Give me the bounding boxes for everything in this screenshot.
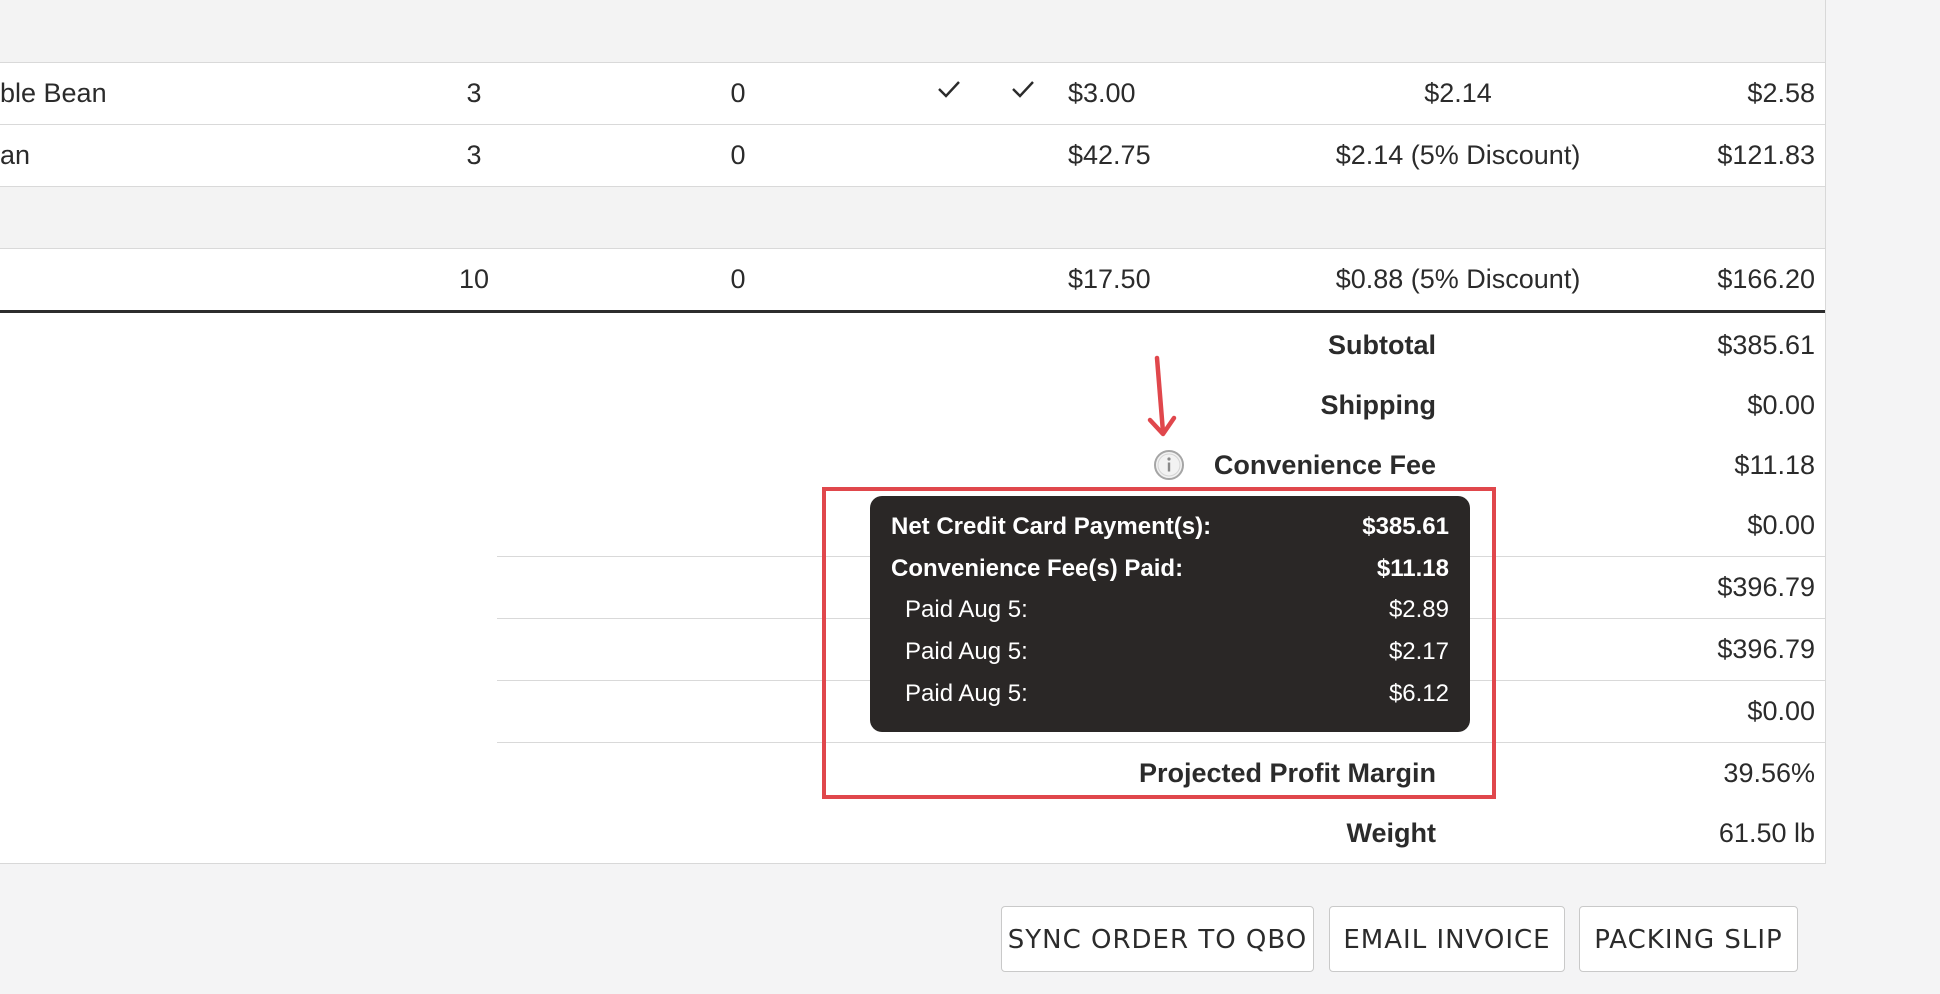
item-price: $42.75: [1068, 140, 1151, 170]
item-qty: 10: [458, 264, 490, 294]
summary-value: $396.79: [1717, 572, 1815, 602]
red-arrow-annotation: [1147, 355, 1177, 437]
item-backorder: 0: [730, 78, 746, 108]
summary-value: $396.79: [1717, 634, 1815, 664]
item-total: $166.20: [1717, 264, 1815, 294]
totals-divider: [0, 310, 1825, 313]
weight-value: 61.50 lb: [1718, 818, 1815, 848]
item-cost: $2.14 (5% Discount): [1335, 140, 1581, 170]
table-border: [1825, 0, 1826, 864]
convenience-fee-label: Convenience Fee: [1213, 450, 1436, 480]
table-section-header: [0, 187, 1825, 248]
profit-margin-value: 39.56%: [1723, 758, 1815, 788]
subtotal-label: Subtotal: [1328, 330, 1436, 360]
item-name: an: [0, 140, 31, 170]
page-background-right: [1826, 0, 1940, 994]
table-border: [0, 863, 1826, 864]
item-backorder: 0: [730, 264, 746, 294]
annotation-highlight-box: [822, 487, 1496, 799]
shipping-label: Shipping: [1320, 390, 1436, 420]
shipping-value: $0.00: [1747, 390, 1815, 420]
item-total: $2.58: [1747, 78, 1815, 108]
item-cost: $0.88 (5% Discount): [1335, 264, 1581, 294]
summary-value: $0.00: [1747, 510, 1815, 540]
order-page: ble Bean 3 0 $3.00 $2.14 $2.58 an 3 0 $4…: [0, 0, 1940, 994]
email-invoice-button[interactable]: EMAIL INVOICE: [1329, 906, 1565, 972]
subtotal-value: $385.61: [1717, 330, 1815, 360]
item-price: $17.50: [1068, 264, 1151, 294]
packing-slip-button[interactable]: PACKING SLIP: [1579, 906, 1798, 972]
item-qty: 3: [466, 78, 482, 108]
item-qty: 3: [466, 140, 482, 170]
check-icon: [938, 81, 960, 98]
item-cost: $2.14: [1424, 78, 1492, 108]
convenience-fee-value: $11.18: [1734, 450, 1815, 480]
weight-label: Weight: [1346, 818, 1437, 848]
item-price: $3.00: [1068, 78, 1136, 108]
check-icon: [1012, 81, 1034, 98]
summary-value: $0.00: [1747, 696, 1815, 726]
row-divider: [0, 248, 1825, 249]
table-section-header: [0, 0, 1825, 62]
item-total: $121.83: [1717, 140, 1815, 170]
row-divider: [0, 124, 1825, 125]
item-backorder: 0: [730, 140, 746, 170]
sync-order-button[interactable]: SYNC ORDER TO QBO: [1001, 906, 1314, 972]
item-name: ble Bean: [0, 78, 107, 108]
row-divider: [0, 62, 1825, 63]
